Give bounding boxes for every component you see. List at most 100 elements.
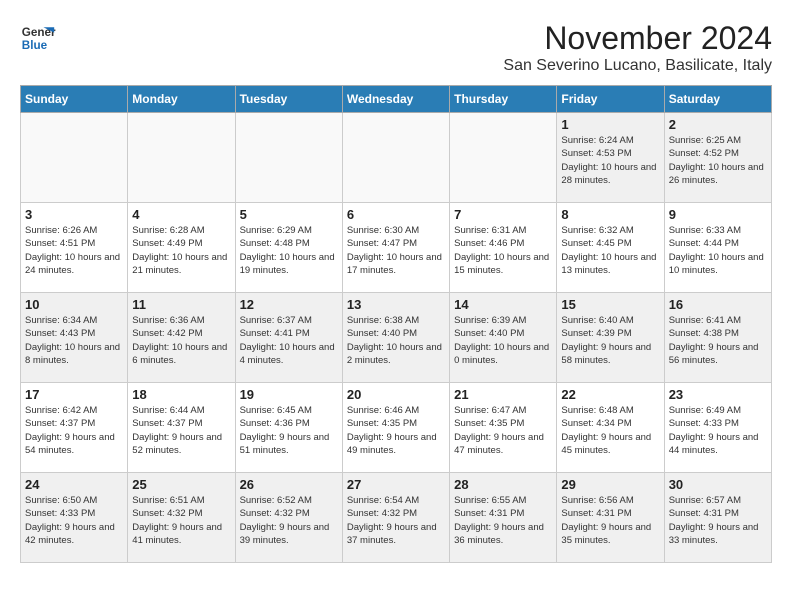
day-info: Sunrise: 6:52 AM Sunset: 4:32 PM Dayligh… — [240, 494, 338, 547]
title-area: November 2024 San Severino Lucano, Basil… — [503, 20, 772, 75]
calendar-day-cell: 8 Sunrise: 6:32 AM Sunset: 4:45 PM Daylig… — [557, 203, 664, 293]
calendar-day-cell — [128, 113, 235, 203]
calendar-day-cell: 30 Sunrise: 6:57 AM Sunset: 4:31 PM Dayli… — [664, 473, 771, 563]
day-info: Sunrise: 6:44 AM Sunset: 4:37 PM Dayligh… — [132, 404, 230, 457]
calendar-day-cell: 27 Sunrise: 6:54 AM Sunset: 4:32 PM Dayli… — [342, 473, 449, 563]
calendar-day-cell: 28 Sunrise: 6:55 AM Sunset: 4:31 PM Dayli… — [450, 473, 557, 563]
day-number: 22 — [561, 387, 659, 402]
day-info: Sunrise: 6:25 AM Sunset: 4:52 PM Dayligh… — [669, 134, 767, 187]
weekday-header-wednesday: Wednesday — [342, 86, 449, 113]
weekday-header-tuesday: Tuesday — [235, 86, 342, 113]
day-info: Sunrise: 6:45 AM Sunset: 4:36 PM Dayligh… — [240, 404, 338, 457]
calendar-day-cell: 10 Sunrise: 6:34 AM Sunset: 4:43 PM Dayli… — [21, 293, 128, 383]
day-number: 28 — [454, 477, 552, 492]
calendar-day-cell: 29 Sunrise: 6:56 AM Sunset: 4:31 PM Dayli… — [557, 473, 664, 563]
svg-text:Blue: Blue — [22, 39, 48, 52]
day-number: 13 — [347, 297, 445, 312]
day-info: Sunrise: 6:47 AM Sunset: 4:35 PM Dayligh… — [454, 404, 552, 457]
day-number: 12 — [240, 297, 338, 312]
day-number: 4 — [132, 207, 230, 222]
calendar-week-row: 10 Sunrise: 6:34 AM Sunset: 4:43 PM Dayli… — [21, 293, 772, 383]
month-title: November 2024 — [503, 20, 772, 57]
logo-icon: General Blue — [20, 20, 56, 56]
day-info: Sunrise: 6:48 AM Sunset: 4:34 PM Dayligh… — [561, 404, 659, 457]
calendar-day-cell: 5Sunrise: 6:29 AM Sunset: 4:48 PM Daylig… — [235, 203, 342, 293]
day-number: 7 — [454, 207, 552, 222]
calendar-day-cell: 13 Sunrise: 6:38 AM Sunset: 4:40 PM Dayli… — [342, 293, 449, 383]
day-number: 16 — [669, 297, 767, 312]
day-info: Sunrise: 6:36 AM Sunset: 4:42 PM Dayligh… — [132, 314, 230, 367]
day-info: Sunrise: 6:39 AM Sunset: 4:40 PM Dayligh… — [454, 314, 552, 367]
calendar-day-cell: 7 Sunrise: 6:31 AM Sunset: 4:46 PM Daylig… — [450, 203, 557, 293]
day-info: Sunrise: 6:49 AM Sunset: 4:33 PM Dayligh… — [669, 404, 767, 457]
calendar-day-cell: 26 Sunrise: 6:52 AM Sunset: 4:32 PM Dayli… — [235, 473, 342, 563]
calendar-day-cell: 6 Sunrise: 6:30 AM Sunset: 4:47 PM Daylig… — [342, 203, 449, 293]
day-info: Sunrise: 6:28 AM Sunset: 4:49 PM Dayligh… — [132, 224, 230, 277]
calendar-day-cell: 23 Sunrise: 6:49 AM Sunset: 4:33 PM Dayli… — [664, 383, 771, 473]
calendar-day-cell: 9Sunrise: 6:33 AM Sunset: 4:44 PM Daylig… — [664, 203, 771, 293]
day-number: 26 — [240, 477, 338, 492]
calendar-day-cell: 15Sunrise: 6:40 AM Sunset: 4:39 PM Dayli… — [557, 293, 664, 383]
day-info: Sunrise: 6:51 AM Sunset: 4:32 PM Dayligh… — [132, 494, 230, 547]
calendar-week-row: 1Sunrise: 6:24 AM Sunset: 4:53 PM Daylig… — [21, 113, 772, 203]
day-number: 30 — [669, 477, 767, 492]
weekday-header-saturday: Saturday — [664, 86, 771, 113]
day-info: Sunrise: 6:55 AM Sunset: 4:31 PM Dayligh… — [454, 494, 552, 547]
calendar-header-row: SundayMondayTuesdayWednesdayThursdayFrid… — [21, 86, 772, 113]
logo: General Blue — [20, 20, 56, 56]
calendar-day-cell: 3Sunrise: 6:26 AM Sunset: 4:51 PM Daylig… — [21, 203, 128, 293]
calendar-week-row: 24 Sunrise: 6:50 AM Sunset: 4:33 PM Dayli… — [21, 473, 772, 563]
day-info: Sunrise: 6:32 AM Sunset: 4:45 PM Dayligh… — [561, 224, 659, 277]
day-number: 1 — [561, 117, 659, 132]
day-number: 5 — [240, 207, 338, 222]
day-info: Sunrise: 6:56 AM Sunset: 4:31 PM Dayligh… — [561, 494, 659, 547]
day-info: Sunrise: 6:42 AM Sunset: 4:37 PM Dayligh… — [25, 404, 123, 457]
location-subtitle: San Severino Lucano, Basilicate, Italy — [503, 57, 772, 75]
day-info: Sunrise: 6:31 AM Sunset: 4:46 PM Dayligh… — [454, 224, 552, 277]
calendar-day-cell: 16Sunrise: 6:41 AM Sunset: 4:38 PM Dayli… — [664, 293, 771, 383]
day-number: 29 — [561, 477, 659, 492]
day-info: Sunrise: 6:46 AM Sunset: 4:35 PM Dayligh… — [347, 404, 445, 457]
day-number: 23 — [669, 387, 767, 402]
calendar-day-cell: 1Sunrise: 6:24 AM Sunset: 4:53 PM Daylig… — [557, 113, 664, 203]
day-number: 18 — [132, 387, 230, 402]
day-number: 2 — [669, 117, 767, 132]
calendar-day-cell: 2 Sunrise: 6:25 AM Sunset: 4:52 PM Daylig… — [664, 113, 771, 203]
weekday-header-thursday: Thursday — [450, 86, 557, 113]
calendar-day-cell: 17Sunrise: 6:42 AM Sunset: 4:37 PM Dayli… — [21, 383, 128, 473]
calendar-day-cell: 19 Sunrise: 6:45 AM Sunset: 4:36 PM Dayli… — [235, 383, 342, 473]
day-number: 24 — [25, 477, 123, 492]
calendar-day-cell: 20 Sunrise: 6:46 AM Sunset: 4:35 PM Dayli… — [342, 383, 449, 473]
day-info: Sunrise: 6:50 AM Sunset: 4:33 PM Dayligh… — [25, 494, 123, 547]
calendar-day-cell: 18 Sunrise: 6:44 AM Sunset: 4:37 PM Dayli… — [128, 383, 235, 473]
day-number: 19 — [240, 387, 338, 402]
calendar-day-cell — [21, 113, 128, 203]
calendar-day-cell: 12Sunrise: 6:37 AM Sunset: 4:41 PM Dayli… — [235, 293, 342, 383]
day-info: Sunrise: 6:30 AM Sunset: 4:47 PM Dayligh… — [347, 224, 445, 277]
day-number: 14 — [454, 297, 552, 312]
calendar-day-cell: 21Sunrise: 6:47 AM Sunset: 4:35 PM Dayli… — [450, 383, 557, 473]
day-number: 27 — [347, 477, 445, 492]
day-info: Sunrise: 6:54 AM Sunset: 4:32 PM Dayligh… — [347, 494, 445, 547]
day-info: Sunrise: 6:38 AM Sunset: 4:40 PM Dayligh… — [347, 314, 445, 367]
calendar-table: SundayMondayTuesdayWednesdayThursdayFrid… — [20, 85, 772, 563]
day-number: 8 — [561, 207, 659, 222]
calendar-week-row: 3Sunrise: 6:26 AM Sunset: 4:51 PM Daylig… — [21, 203, 772, 293]
day-info: Sunrise: 6:34 AM Sunset: 4:43 PM Dayligh… — [25, 314, 123, 367]
day-info: Sunrise: 6:33 AM Sunset: 4:44 PM Dayligh… — [669, 224, 767, 277]
day-number: 10 — [25, 297, 123, 312]
weekday-header-friday: Friday — [557, 86, 664, 113]
calendar-day-cell — [342, 113, 449, 203]
day-number: 6 — [347, 207, 445, 222]
calendar-week-row: 17Sunrise: 6:42 AM Sunset: 4:37 PM Dayli… — [21, 383, 772, 473]
page-header: General Blue November 2024 San Severino … — [20, 20, 772, 75]
weekday-header-monday: Monday — [128, 86, 235, 113]
day-number: 3 — [25, 207, 123, 222]
day-info: Sunrise: 6:57 AM Sunset: 4:31 PM Dayligh… — [669, 494, 767, 547]
day-number: 11 — [132, 297, 230, 312]
calendar-day-cell: 11 Sunrise: 6:36 AM Sunset: 4:42 PM Dayli… — [128, 293, 235, 383]
day-number: 20 — [347, 387, 445, 402]
calendar-day-cell — [450, 113, 557, 203]
day-info: Sunrise: 6:40 AM Sunset: 4:39 PM Dayligh… — [561, 314, 659, 367]
calendar-day-cell: 24 Sunrise: 6:50 AM Sunset: 4:33 PM Dayli… — [21, 473, 128, 563]
